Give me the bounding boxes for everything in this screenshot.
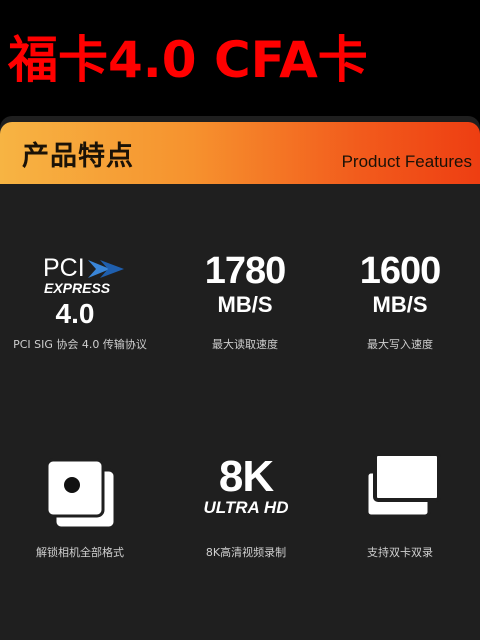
section-title: 产品特点 <box>22 141 134 172</box>
feature-8k: 8K ULTRA HD 8K高清视频录制 <box>166 452 326 562</box>
pci-express-logo-icon: PCI EXPRESS 4.0 <box>0 246 160 336</box>
feature-label: 最大写入速度 <box>367 338 433 351</box>
section-subtitle: Product Features <box>341 152 472 171</box>
pci-chevron-icon <box>88 260 124 278</box>
features-panel: 产品特点 Product Features PCI EXPRESS 4.0 PC… <box>0 116 480 640</box>
feature-label: 最大读取速度 <box>212 338 278 351</box>
feature-camera-formats: 解锁相机全部格式 <box>0 452 160 562</box>
pci-logo-express: EXPRESS <box>44 280 111 296</box>
feature-read-speed: 1780 MB/S 最大读取速度 <box>165 246 325 356</box>
page-title: 福卡4.0 CFA卡 <box>8 31 368 89</box>
pci-logo-word: PCI <box>43 254 85 282</box>
ultra-hd-text: ULTRA HD <box>203 498 289 517</box>
feature-pcie: PCI EXPRESS 4.0 PCI SIG 协会 4.0 传输协议 <box>0 246 160 356</box>
section-header-band: 产品特点 Product Features <box>0 122 480 184</box>
feature-label: 8K高清视频录制 <box>205 546 287 559</box>
read-speed-unit: MB/S <box>217 292 273 317</box>
write-speed-value: 1600 <box>359 250 442 292</box>
pci-version: 4.0 <box>55 298 95 329</box>
read-speed-value: 1780 <box>204 250 287 292</box>
feature-label: 支持双卡双录 <box>367 546 433 559</box>
write-speed-unit: MB/S <box>372 292 428 317</box>
camera-format-icon <box>45 458 117 530</box>
feature-write-speed: 1600 MB/S 最大写入速度 <box>320 246 480 356</box>
8k-value: 8K <box>218 452 274 501</box>
dual-card-icon <box>365 452 441 518</box>
feature-label: PCI SIG 协会 4.0 传输协议 <box>13 338 147 351</box>
feature-dual-card: 支持双卡双录 <box>320 452 480 562</box>
feature-label: 解锁相机全部格式 <box>36 546 124 559</box>
